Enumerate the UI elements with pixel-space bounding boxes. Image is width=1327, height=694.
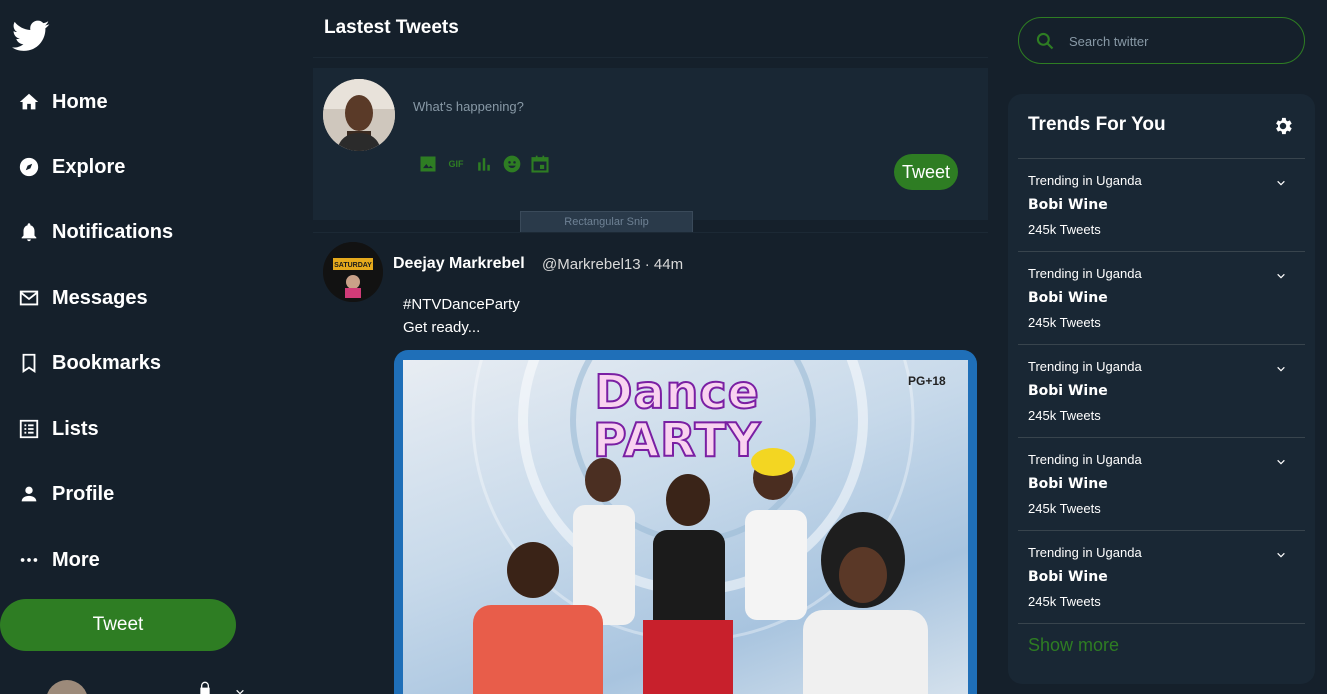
sidebar-item-home[interactable]: Home [16,84,108,120]
tweet-hashtag[interactable]: #NTVDanceParty [403,296,520,313]
twitter-bird-icon[interactable] [10,17,52,55]
media-rating: PG+18 [908,374,946,388]
media-poster: Dance PARTY PG+18 [403,360,968,694]
trend-count: 245k Tweets [1028,408,1101,423]
trend-item[interactable]: Trending in Uganda Bobi Wine 245k Tweets [1018,251,1305,344]
search-box[interactable] [1018,17,1305,64]
avatar[interactable] [46,680,88,694]
sidebar-item-label: More [52,548,100,571]
search-input[interactable] [1069,31,1289,51]
trend-meta: Trending in Uganda [1028,452,1142,467]
trends-title: Trends For You [1028,114,1166,135]
compose-toolbar: GIF [418,154,550,174]
trend-item[interactable]: Trending in Uganda Bobi Wine 245k Tweets [1018,437,1305,530]
trend-meta: Trending in Uganda [1028,545,1142,560]
sidebar-item-label: Notifications [52,220,174,243]
lock-icon [196,681,214,694]
emoji-icon[interactable] [502,154,522,174]
sidebar-item-label: Explore [52,155,126,178]
sidebar-item-explore[interactable]: Explore [16,149,125,185]
main-timeline: Lastest Tweets GIF Tweet Rectangular Sni… [313,0,988,694]
trend-name: Bobi Wine [1028,569,1108,585]
sidebar-item-label: Home [52,90,108,113]
schedule-icon[interactable] [530,154,550,174]
tweet-media-image[interactable]: Dance PARTY PG+18 [394,350,977,694]
trend-item[interactable]: Trending in Uganda Bobi Wine 245k Tweets [1018,344,1305,437]
trend-meta: Trending in Uganda [1028,359,1142,374]
compass-icon [16,154,42,180]
avatar[interactable]: SATURDAY [323,242,383,302]
sidebar-item-label: Bookmarks [52,351,161,374]
chevron-down-icon[interactable] [1274,454,1288,472]
timeline-header: Lastest Tweets [313,0,988,58]
more-dots-icon [16,547,42,573]
sidebar-item-label: Profile [52,482,115,505]
page-title: Lastest Tweets [324,17,459,38]
trend-count: 245k Tweets [1028,501,1101,516]
snip-overlay-label: Rectangular Snip [520,211,693,233]
trend-count: 245k Tweets [1028,315,1101,330]
sidebar-item-more[interactable]: More [16,542,100,578]
compose-input[interactable] [413,95,863,117]
trend-name: Bobi Wine [1028,383,1108,399]
chevron-down-icon[interactable] [1274,175,1288,193]
image-icon[interactable] [418,154,438,174]
sidebar-item-lists[interactable]: Lists [16,411,99,447]
chevron-down-icon[interactable] [233,684,247,694]
gear-icon[interactable] [1272,115,1294,142]
sidebar-item-messages[interactable]: Messages [16,280,148,316]
avatar[interactable] [323,79,395,151]
trend-meta: Trending in Uganda [1028,266,1142,281]
sidebar-item-bookmarks[interactable]: Bookmarks [16,345,161,381]
tweet-author-handle: @Markrebel13 · 44m [542,256,684,273]
gif-icon[interactable]: GIF [446,154,466,174]
media-title: Dance PARTY [592,365,762,467]
trends-panel: Trends For You Trending in Uganda Bobi W… [1008,94,1315,684]
sidebar-item-label: Lists [52,417,99,440]
divider [1018,623,1305,624]
chevron-down-icon[interactable] [1274,547,1288,565]
trend-meta: Trending in Uganda [1028,173,1142,188]
poll-icon[interactable] [474,154,494,174]
trend-name: Bobi Wine [1028,290,1108,306]
person-icon [16,481,42,507]
list-icon [16,416,42,442]
avatar-text: SATURDAY [334,262,372,269]
home-icon [16,89,42,115]
sidebar-item-profile[interactable]: Profile [16,476,114,512]
trend-count: 245k Tweets [1028,222,1101,237]
sidebar-item-notifications[interactable]: Notifications [16,214,173,250]
bookmark-icon [16,350,42,376]
trend-item[interactable]: Trending in Uganda Bobi Wine 245k Tweets [1018,158,1305,251]
tweet-card[interactable]: SATURDAY Deejay Markrebel @Markrebel13 ·… [313,232,988,694]
sidebar-tweet-button[interactable]: Tweet [0,599,236,651]
tweet-author-name[interactable]: Deejay Markrebel [393,255,525,273]
search-icon [1035,31,1055,56]
show-more-link[interactable]: Show more [1028,635,1119,656]
compose-tweet-button[interactable]: Tweet [894,154,958,190]
envelope-icon [16,285,42,311]
compose-box: GIF Tweet [313,68,988,220]
trend-name: Bobi Wine [1028,476,1108,492]
chevron-down-icon[interactable] [1274,268,1288,286]
trend-count: 245k Tweets [1028,594,1101,609]
bell-icon [16,219,42,245]
chevron-down-icon[interactable] [1274,361,1288,379]
trend-name: Bobi Wine [1028,197,1108,213]
trend-item[interactable]: Trending in Uganda Bobi Wine 245k Tweets [1018,530,1305,623]
sidebar-item-label: Messages [52,286,148,309]
tweet-text: Get ready... [403,319,481,336]
sidebar: Home Explore Notifications Messages Book… [0,0,300,694]
